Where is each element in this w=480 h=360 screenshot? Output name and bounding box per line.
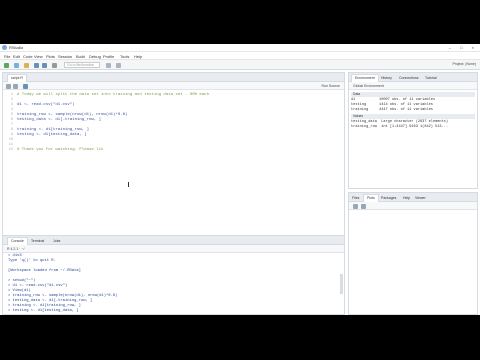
values-section-header: Values xyxy=(351,114,475,119)
tab-plots[interactable]: Plots xyxy=(363,194,379,202)
menu-bar: File Edit Code View Plots Session Build … xyxy=(0,52,480,60)
code-editor[interactable]: 1 # Today we will split the data set int… xyxy=(3,92,344,241)
new-project-icon[interactable] xyxy=(14,63,19,68)
goto-file-input[interactable]: Go to file/function xyxy=(64,62,100,68)
code-line: testing <- d1[testing_data, ] xyxy=(17,133,87,137)
code-line: # Thank you for watching. Please lik xyxy=(17,148,104,152)
code-line: testing_data <- d1[-training_row, ] xyxy=(17,118,102,122)
env-row-training[interactable]: training 4447 obs. of 11 variables xyxy=(351,108,475,112)
window-controls[interactable]: – □ × xyxy=(449,45,478,50)
back-icon[interactable] xyxy=(6,83,11,89)
console-tabs: Console Terminal Jobs xyxy=(3,236,344,245)
tab-history[interactable]: History xyxy=(381,76,392,80)
tab-script[interactable]: script.R xyxy=(7,74,27,82)
tab-files[interactable]: Files xyxy=(352,196,359,200)
menu-profile[interactable]: Profile xyxy=(103,54,114,59)
console-scrollbar[interactable] xyxy=(340,274,343,294)
menu-build[interactable]: Build xyxy=(76,54,85,59)
new-file-icon[interactable] xyxy=(4,63,9,68)
save-all-icon[interactable] xyxy=(42,63,47,68)
addins-icon[interactable] xyxy=(116,63,121,68)
menu-file[interactable]: File xyxy=(4,54,10,59)
editor-toolbar: Run Source xyxy=(3,82,344,90)
console-path: R 4.2.1 · ~/ xyxy=(7,247,25,251)
rstudio-logo-icon xyxy=(2,45,7,50)
plots-toolbar xyxy=(349,202,477,210)
layout-icon[interactable] xyxy=(106,63,111,68)
environment-tabs: Environment History Connections Tutorial xyxy=(349,73,477,82)
tab-help[interactable]: Help xyxy=(403,196,410,200)
project-selector[interactable]: Project: (None) xyxy=(452,62,476,66)
zoom-icon[interactable] xyxy=(353,203,358,209)
console-line: [Workspace loaded from ~/.RData] xyxy=(8,269,81,273)
tab-packages[interactable]: Packages xyxy=(381,196,396,200)
code-line: # Today we will split the data set into … xyxy=(17,93,210,97)
console-output[interactable]: > d1v3 Type 'q()' to quit R. [Workspace … xyxy=(3,254,344,314)
console-line: Type 'q()' to quit R. xyxy=(8,259,56,263)
rstudio-window: RStudio – □ × File Edit Code View Plots … xyxy=(0,44,480,315)
editor-save-icon[interactable] xyxy=(23,83,28,89)
tab-connections[interactable]: Connections xyxy=(399,76,418,80)
window-title: RStudio xyxy=(9,45,24,50)
tab-jobs[interactable]: Jobs xyxy=(53,239,60,243)
menu-view[interactable]: View xyxy=(34,54,43,59)
env-row-testing[interactable]: testing 1414 obs. of 11 variables xyxy=(351,103,475,107)
tab-environment[interactable]: Environment xyxy=(351,74,379,82)
forward-icon[interactable] xyxy=(13,83,18,89)
export-icon[interactable] xyxy=(361,203,366,209)
open-file-icon[interactable] xyxy=(24,63,29,68)
env-value-training-row[interactable]: training_row int [1:4447] 9163 1(842) 51… xyxy=(351,125,475,129)
line-number: 12 xyxy=(8,148,13,152)
data-section-header: Data xyxy=(351,92,475,97)
scope-dropdown[interactable]: Global Environment xyxy=(353,84,384,88)
environment-pane: Environment History Connections Tutorial… xyxy=(348,72,478,189)
files-pane: Files Plots Packages Help Viewer xyxy=(348,192,478,315)
env-value-testing-data[interactable]: testing_data Large character (2637 eleme… xyxy=(351,120,475,124)
console-path-bar: R 4.2.1 · ~/ xyxy=(3,245,344,253)
code-line: d1 <- read.csv("d1.csv") xyxy=(17,103,75,107)
env-row-d1[interactable]: d1 10007 obs. of 11 variables xyxy=(351,98,475,102)
print-icon[interactable] xyxy=(52,63,57,68)
tab-terminal[interactable]: Terminal xyxy=(31,239,44,243)
menu-tools[interactable]: Tools xyxy=(120,54,129,59)
menu-session[interactable]: Session xyxy=(58,54,72,59)
editor-tabs: script.R xyxy=(3,73,344,82)
menu-code[interactable]: Code xyxy=(23,54,33,59)
save-icon[interactable] xyxy=(34,63,39,68)
tab-tutorial[interactable]: Tutorial xyxy=(425,76,437,80)
main-toolbar: Go to file/function Project: (None) xyxy=(0,60,480,70)
menu-debug[interactable]: Debug xyxy=(89,54,101,59)
console-pane: Console Terminal Jobs R 4.2.1 · ~/ > d1v… xyxy=(2,235,345,315)
text-cursor xyxy=(128,182,129,187)
console-line: > testing <- d1[testing_data, ] xyxy=(8,309,79,313)
menu-plots[interactable]: Plots xyxy=(46,54,55,59)
title-bar: RStudio – □ × xyxy=(0,44,480,52)
environment-toolbar: Global Environment xyxy=(349,82,477,90)
menu-edit[interactable]: Edit xyxy=(13,54,20,59)
tab-console[interactable]: Console xyxy=(7,237,28,245)
run-source-buttons[interactable]: Run Source xyxy=(322,84,340,88)
menu-help[interactable]: Help xyxy=(134,54,142,59)
files-tabs: Files Plots Packages Help Viewer xyxy=(349,193,477,202)
editor-pane: script.R Run Source 1 # Today we will sp… xyxy=(2,72,345,251)
tab-viewer[interactable]: Viewer xyxy=(415,196,426,200)
